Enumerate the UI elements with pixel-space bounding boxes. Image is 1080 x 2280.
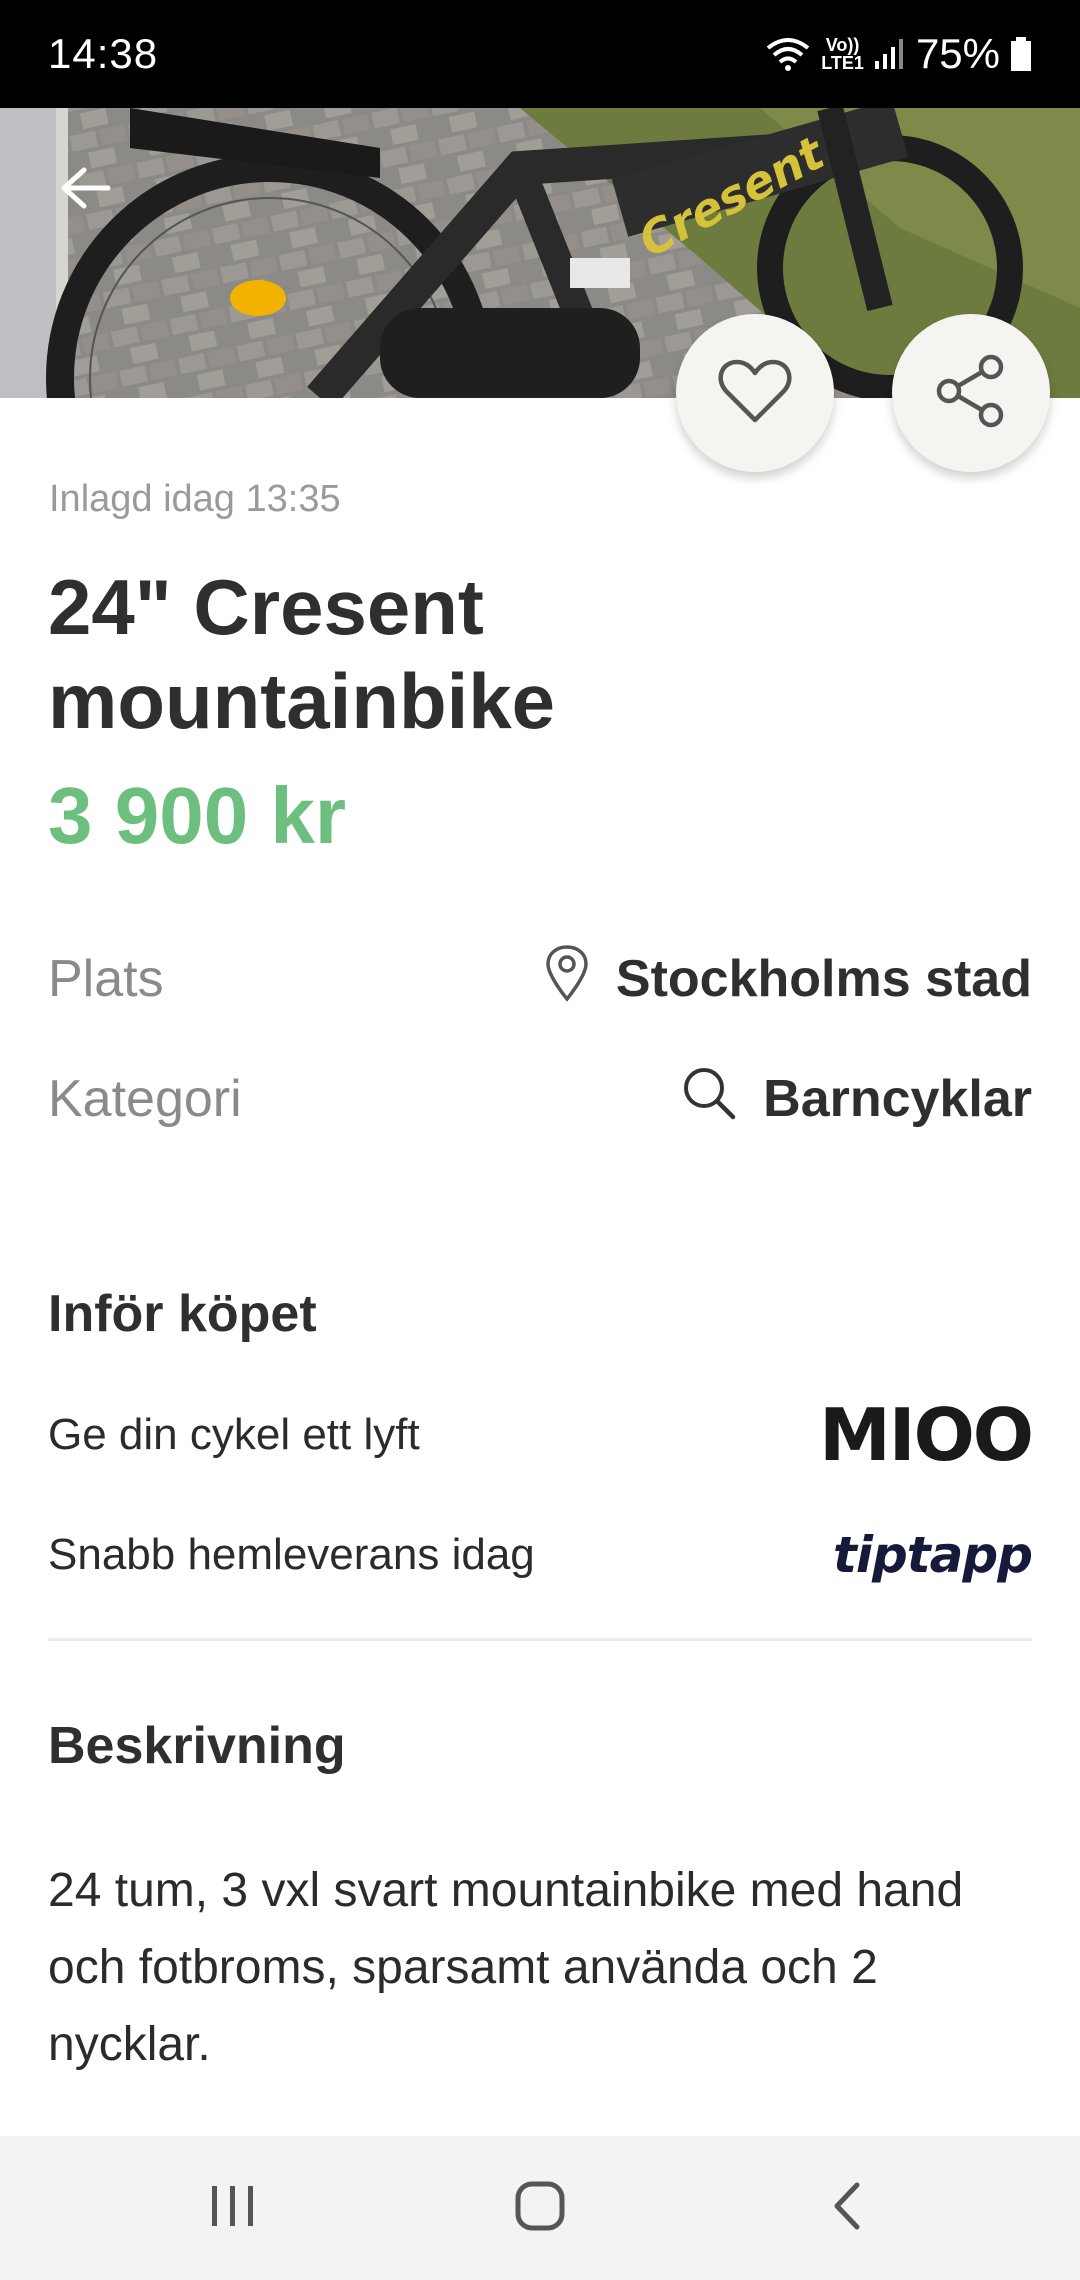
partner-label: Ge din cykel ett lyft [48, 1410, 420, 1459]
location-value: Stockholms stad [615, 950, 1032, 1008]
listing-price: 3 900 kr [48, 771, 347, 860]
partner-row-tiptapp[interactable]: Snabb hemleverans idag tiptapp [48, 1520, 1033, 1590]
divider [48, 1638, 1032, 1641]
category-label: Kategori [48, 1070, 242, 1128]
location-pin-icon [544, 944, 590, 1015]
recent-apps-button[interactable] [173, 2158, 293, 2258]
share-button[interactable] [892, 314, 1050, 472]
back-button[interactable] [52, 158, 116, 222]
system-nav-bar [0, 2136, 1080, 2280]
back-chevron-icon [831, 2181, 863, 2236]
before-purchase-title: Inför köpet [48, 1285, 317, 1343]
search-icon [681, 1065, 737, 1134]
back-nav-button[interactable] [787, 2158, 907, 2258]
partner-label: Snabb hemleverans idag [48, 1530, 535, 1579]
signal-icon [874, 37, 906, 71]
network-type: Vo)) LTE1 [821, 35, 864, 73]
arrow-left-icon [56, 164, 112, 217]
favorite-button[interactable] [676, 314, 834, 472]
status-indicators: Vo)) LTE1 75% [765, 30, 1032, 78]
location-row: Plats Stockholms stad [48, 944, 1032, 1014]
battery-icon [1010, 37, 1032, 71]
category-link[interactable]: Barncyklar [681, 1065, 1032, 1134]
home-button[interactable] [480, 2158, 600, 2258]
status-bar: 14:38 Vo)) LTE1 75% [0, 0, 1080, 108]
status-time: 14:38 [48, 30, 159, 77]
category-row: Kategori Barncyklar [48, 1064, 1032, 1134]
recent-apps-icon [208, 2184, 258, 2233]
home-icon [514, 2180, 566, 2237]
location-label: Plats [48, 950, 164, 1008]
wifi-icon [765, 36, 811, 72]
location-link[interactable]: Stockholms stad [544, 944, 1032, 1015]
tiptapp-logo: tiptapp [832, 1526, 1033, 1584]
listing-title: 24" Cresent mountainbike [48, 563, 556, 745]
description-text: 24 tum, 3 vxl svart mountainbike med han… [48, 1864, 964, 2071]
battery-percent: 75% [915, 30, 1000, 77]
partner-row-mioo[interactable]: Ge din cykel ett lyft MIOO [48, 1393, 1034, 1477]
share-icon [933, 353, 1009, 434]
posted-date: Inlagd idag 13:35 [49, 478, 341, 520]
description-title: Beskrivning [48, 1717, 346, 1775]
category-value: Barncyklar [763, 1070, 1032, 1128]
heart-icon [717, 358, 793, 429]
mioo-logo: MIOO [819, 1393, 1034, 1477]
